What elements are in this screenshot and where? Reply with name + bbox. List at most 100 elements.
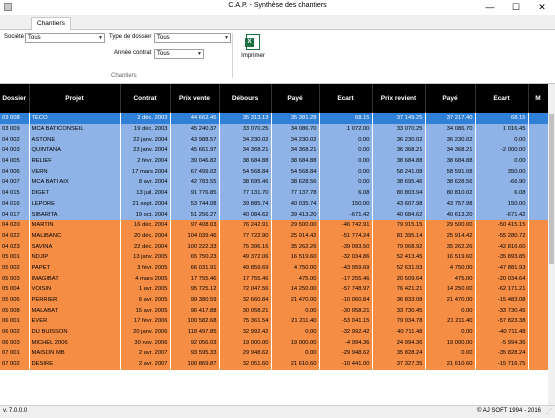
- cell-dossier: 05 008: [0, 305, 30, 317]
- cell-prix-revient: 36 230.02: [372, 134, 426, 146]
- cell-prix-revient: 58 241.08: [372, 166, 426, 178]
- table-row[interactable]: 04 022 MALIBANC 20 déc. 2004 104 039.46 77 7…: [0, 230, 549, 242]
- column-header-paye[interactable]: Payé: [271, 84, 320, 113]
- cell-debours: 77 131.70: [219, 187, 272, 199]
- cell-dossier: 04 005: [0, 155, 30, 167]
- cell-contrat: 1 avr. 2005: [120, 284, 171, 295]
- table-row[interactable]: 07 001 MAISON MB 2 avr. 2007 93 595.33 29 94…: [0, 348, 549, 359]
- annee-contrat-select[interactable]: Tous ▼: [154, 49, 204, 59]
- table-row[interactable]: 07 002 DESIRE 2 avr. 2007 100 869.87 32 051.…: [0, 358, 549, 370]
- cell-projet: DIGET: [29, 187, 121, 199]
- cell-prix-revient: 37 327.35: [372, 358, 426, 370]
- minimize-button[interactable]: —: [477, 0, 503, 15]
- column-header-dossier[interactable]: Dossier: [0, 84, 30, 113]
- cell-debours: 29 948.62: [219, 348, 272, 359]
- annee-contrat-label: Année contrat: [114, 50, 152, 56]
- cell-m: [528, 262, 549, 274]
- table-row[interactable]: 04 016 LEPORE 21 sept. 2004 53 744.08 39 885…: [0, 198, 549, 210]
- table-row[interactable]: 04 023 SAVINA 22 déc. 2004 100 222.33 75 396…: [0, 241, 549, 252]
- cell-paye: 54 568.84: [271, 166, 320, 178]
- close-button[interactable]: ✕: [529, 0, 555, 15]
- cell-prix-revient: 33 070.25: [372, 123, 426, 135]
- table-row[interactable]: 06 002 DU BUISSON 20 janv. 2006 118 497.85 3…: [0, 326, 549, 338]
- cell-dossier: 04 017: [0, 209, 30, 220]
- societe-select[interactable]: Tous ▼: [25, 33, 105, 43]
- tab-chantiers[interactable]: Chantiers: [31, 17, 71, 30]
- cell-ecart-2: -57 823.38: [475, 316, 529, 327]
- table-row[interactable]: 04 015 DIGET 13 juil. 2004 91 776.85 77 131.…: [0, 187, 549, 199]
- cell-ecart: -29 948.62: [319, 348, 373, 359]
- cell-dossier: 04 016: [0, 198, 30, 210]
- table-row[interactable]: 05 004 VOISIN 1 avr. 2005 95 725.12 72 047.5…: [0, 284, 549, 295]
- table-row[interactable]: 06 003 MICHEL 2006 30 nov. 2006 92 056.03 19…: [0, 337, 549, 349]
- cell-m: [528, 241, 549, 252]
- resize-grip-icon[interactable]: ⋰: [546, 409, 553, 416]
- table-row[interactable]: 05 008 MALABAT 15 avr. 2005 96 417.88 30 058…: [0, 305, 549, 317]
- column-header-ecart-2[interactable]: Ecart: [475, 84, 529, 113]
- table-row[interactable]: 05 006 PERRIER 6 avr. 2005 99 380.59 32 660.…: [0, 294, 549, 306]
- cell-prix-revient: 35 828.24: [372, 348, 426, 359]
- table-row[interactable]: 04 006 VERN 17 mars 2004 67 499.02 54 568.84…: [0, 166, 549, 178]
- maximize-button[interactable]: ☐: [503, 0, 529, 15]
- table-row[interactable]: 04 007 MCA BATI AIX 8 avr. 2004 42 783.55 38…: [0, 177, 549, 188]
- table-row[interactable]: 05 002 PAPET 3 févr. 2005 66 031.91 49 859.6…: [0, 262, 549, 274]
- cell-prix-vente: 100 582.68: [170, 316, 220, 327]
- scrollbar-thumb[interactable]: [549, 114, 554, 264]
- table-row[interactable]: 04 017 SIBARITA 19 oct. 2004 51 256.27 40 08…: [0, 209, 549, 220]
- column-header-projet[interactable]: Projet: [29, 84, 121, 113]
- cell-dossier: 04 003: [0, 145, 30, 156]
- table-row[interactable]: 04 003 QUINTANA 23 janv. 2004 45 661.97 34 3…: [0, 145, 549, 156]
- table-row[interactable]: 06 001 EVER 17 févr. 2006 100 582.68 75 361.…: [0, 316, 549, 327]
- vertical-scrollbar[interactable]: [548, 84, 555, 405]
- column-header-ecart[interactable]: Ecart: [319, 84, 373, 113]
- cell-m: [528, 209, 549, 220]
- cell-m: [528, 273, 549, 284]
- cell-paye: 0.00: [271, 348, 320, 359]
- cell-debours: 40 084.62: [219, 209, 272, 220]
- cell-prix-vente: 91 776.85: [170, 187, 220, 199]
- cell-projet: MCA BATI AIX: [29, 177, 121, 188]
- cell-prix-vente: 44 662.45: [170, 113, 220, 124]
- cell-contrat: 3 févr. 2005: [120, 262, 171, 274]
- table-row[interactable]: 03 009 MCA BATICONSEIL 19 déc. 2003 45 240.…: [0, 123, 549, 135]
- column-header-paye-2[interactable]: Payé: [425, 84, 476, 113]
- table-row[interactable]: 03 008 TECO 2 déc. 2003 44 662.45 35 313.13 3…: [0, 113, 549, 124]
- cell-debours: 32 660.84: [219, 294, 272, 306]
- cell-ecart: 0.00: [319, 166, 373, 178]
- type-dossier-select[interactable]: Tous ▼: [154, 33, 231, 43]
- status-bar: v. 7.0.0.0 © AJ SOFT 1994 - 2016 ⋰: [0, 405, 555, 418]
- column-header-prix-vente[interactable]: Prix vente: [170, 84, 220, 113]
- cell-contrat: 2 déc. 2003: [120, 113, 171, 124]
- table-row[interactable]: 05 003 IMAGIBAT 4 mars 2005 17 755.46 17 755…: [0, 273, 549, 284]
- cell-projet: MCA BATICONSEIL: [29, 123, 121, 135]
- column-header-m[interactable]: M: [528, 84, 549, 113]
- cell-debours: 39 885.74: [219, 198, 272, 210]
- column-header-prix-revient[interactable]: Prix revient: [372, 84, 426, 113]
- cell-dossier: 05 004: [0, 284, 30, 295]
- cell-ecart-2: 0.00: [475, 155, 529, 167]
- column-header-contrat[interactable]: Contrat: [120, 84, 171, 113]
- table-row[interactable]: 05 001 NDJIP 13 janv. 2005 65 750.23 49 372.…: [0, 251, 549, 263]
- cell-m: [528, 198, 549, 210]
- table-header-row: Dossier Projet Contrat Prix vente Débour…: [0, 84, 549, 113]
- cell-projet: SAVINA: [29, 241, 121, 252]
- cell-ecart-2: -50 415.15: [475, 219, 529, 231]
- table-row[interactable]: 04 005 RELIEF 2 févr. 2004 39 046.82 38 684.…: [0, 155, 549, 167]
- cell-prix-revient: 52 413.45: [372, 251, 426, 263]
- column-header-debours[interactable]: Débours: [219, 84, 272, 113]
- cell-paye-2: 36 230.02: [425, 134, 476, 146]
- print-button[interactable]: X Imprimer: [238, 34, 268, 66]
- print-label: Imprimer: [241, 53, 265, 59]
- cell-paye: 4 750.00: [271, 262, 320, 274]
- cell-paye-2: 43 757.98: [425, 198, 476, 210]
- cell-debours: 76 242.91: [219, 219, 272, 231]
- cell-projet: MAISON MB: [29, 348, 121, 359]
- table-row[interactable]: 04 002 ASTONE 22 janv. 2004 43 988.57 34 230…: [0, 134, 549, 146]
- cell-prix-vente: 100 869.87: [170, 358, 220, 370]
- cell-prix-revient: 76 421.21: [372, 284, 426, 295]
- cell-debours: 77 722.90: [219, 230, 272, 242]
- cell-paye: 21 211.40: [271, 316, 320, 327]
- table-row[interactable]: 04 020 MARTIN 16 déc. 2004 97 408.03 76 242.…: [0, 219, 549, 231]
- cell-m: [528, 123, 549, 135]
- chantiers-grid[interactable]: Dossier Projet Contrat Prix vente Débour…: [0, 84, 555, 405]
